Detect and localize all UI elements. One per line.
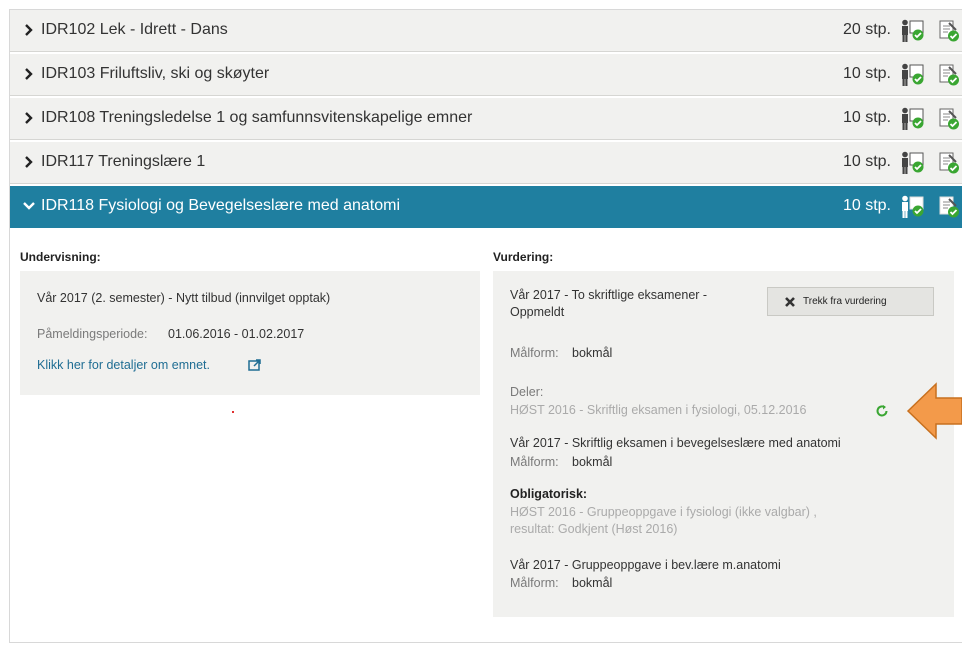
course-points: 10 stp.: [842, 109, 891, 126]
course-row-idr118[interactable]: IDR118 Fysiologi og Bevegelseslære med a…: [10, 186, 962, 228]
course-title: IDR117 Treningslære 1: [41, 153, 206, 170]
course-row-idr103[interactable]: IDR103 Friluftsliv, ski og skøyter 10 st…: [10, 54, 962, 96]
obligatorisk-label: Obligatorisk:: [510, 487, 588, 501]
close-icon: [785, 296, 795, 307]
person-checklist-icon[interactable]: [899, 19, 925, 43]
malform-label: Målform:: [510, 346, 559, 360]
annotation-arrow-icon: [906, 382, 962, 440]
part2-text: Vår 2017 - Skriftlig eksamen i bevegelse…: [510, 436, 841, 450]
oblig1-line1: HØST 2016 - Gruppeoppgave i fysiologi (i…: [510, 505, 817, 519]
oblig2-malform-label: Målform:: [510, 576, 559, 590]
course-row-idr117[interactable]: IDR117 Treningslære 1 10 stp.: [10, 142, 962, 184]
details-link[interactable]: Klikk her for detaljer om emnet.: [37, 358, 210, 372]
person-checklist-icon[interactable]: [899, 151, 925, 175]
course-points: 10 stp.: [842, 65, 891, 82]
oblig2-text: Vår 2017 - Gruppeoppgave i bev.lære m.an…: [510, 558, 781, 572]
course-points: 10 stp.: [842, 153, 891, 170]
external-link-icon[interactable]: [248, 359, 262, 371]
document-check-icon[interactable]: [938, 151, 960, 175]
course-title: IDR118 Fysiologi og Bevegelseslære med a…: [41, 197, 400, 214]
course-row-idr108[interactable]: IDR108 Treningsledelse 1 og samfunnsvite…: [10, 98, 962, 140]
deler-label: Deler:: [510, 385, 544, 399]
course-points: 10 stp.: [842, 197, 891, 214]
course-title: IDR108 Treningsledelse 1 og samfunnsvite…: [41, 109, 473, 126]
document-check-icon[interactable]: [938, 195, 960, 219]
semester-text: Vår 2017 (2. semester) - Nytt tilbud (in…: [37, 291, 331, 305]
stray-dot: [232, 411, 234, 413]
person-checklist-icon[interactable]: [899, 107, 925, 131]
course-points: 20 stp.: [842, 21, 891, 38]
chevron-right-icon: [25, 68, 33, 80]
exam-line1: Vår 2017 - To skriftlige eksamener -: [510, 288, 708, 302]
undervisning-heading: Undervisning:: [20, 250, 101, 264]
withdraw-label: Trekk fra vurdering: [803, 296, 887, 307]
period-label: Påmeldingsperiode:: [37, 327, 148, 341]
malform-value: bokmål: [572, 346, 613, 360]
chevron-down-icon: [23, 202, 35, 210]
course-title: IDR102 Lek - Idrett - Dans: [41, 21, 228, 38]
oblig2-malform-value: bokmål: [572, 576, 613, 590]
part1-text: HØST 2016 - Skriftlig eksamen i fysiolog…: [510, 403, 807, 417]
document-check-icon[interactable]: [938, 63, 960, 87]
withdraw-button[interactable]: Trekk fra vurdering: [767, 287, 934, 316]
document-check-icon[interactable]: [938, 19, 960, 43]
vurdering-heading: Vurdering:: [493, 250, 554, 264]
refresh-icon[interactable]: [875, 404, 889, 418]
period-value: 01.06.2016 - 01.02.2017: [168, 327, 305, 341]
exam-line2: Oppmeldt: [510, 305, 565, 319]
chevron-right-icon: [25, 156, 33, 168]
chevron-right-icon: [25, 112, 33, 124]
part2-malform-value: bokmål: [572, 455, 613, 469]
document-check-icon[interactable]: [938, 107, 960, 131]
part2-malform-label: Målform:: [510, 455, 559, 469]
chevron-right-icon: [25, 24, 33, 36]
oblig1-line2: resultat: Godkjent (Høst 2016): [510, 522, 678, 536]
person-checklist-icon[interactable]: [899, 63, 925, 87]
course-row-idr102[interactable]: IDR102 Lek - Idrett - Dans 20 stp.: [10, 10, 962, 52]
person-checklist-icon[interactable]: [899, 195, 925, 219]
course-title: IDR103 Friluftsliv, ski og skøyter: [41, 65, 270, 82]
